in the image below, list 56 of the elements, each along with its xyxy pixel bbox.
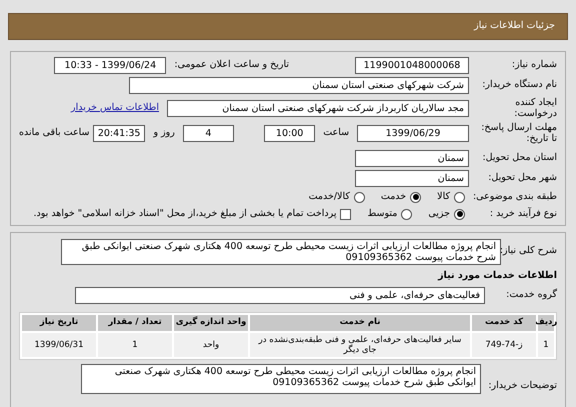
value-field: 4	[182, 124, 234, 142]
table-cell: 1	[538, 332, 554, 356]
value-field: 1399/06/29	[357, 124, 469, 142]
value-field: فعالیت‌های حرفه‌ای، علمی و فنی	[75, 286, 485, 304]
field-label: گروه خدمت:	[505, 288, 557, 302]
page-title: جزئیات اطلاعات نیاز	[474, 19, 555, 34]
field-label: نام دستگاه خریدار:	[481, 78, 557, 92]
value-field: مجد سالاریان کاربرداز شرکت شهرکهای صنعتی استان سمنان	[167, 100, 469, 116]
notes-field: انجام پروژه مطالعات ارزیابی اثرات زیست محیطی طرح توسعه 400 هکتاری شهرک صنعتی ایوانکی طبق شرح خدمات پیوست 09109365362	[81, 364, 481, 394]
field-label: توضیحات خریدار:	[487, 379, 557, 394]
field-label: طبقه بندی موضوعی:	[472, 190, 557, 204]
table-cell: سایر فعالیت‌های حرفه‌ای، علمی و فنی طبقه‌بندی‌نشده در جای دیگر	[250, 332, 470, 356]
value-field: 10:00	[264, 124, 316, 142]
table-cell: 1	[98, 332, 172, 356]
value-field: 1199001048000068	[355, 57, 469, 74]
field-label: استان محل تحویل:	[481, 151, 557, 166]
countdown-field: 20:41:35	[93, 124, 146, 142]
radio-label: خدمت	[380, 190, 406, 204]
field-label: نوع فرآیند خرید :	[488, 207, 557, 222]
field-label: مهلت ارسال پاسخ:	[480, 122, 557, 133]
column-header: تاریخ نیاز	[22, 314, 96, 330]
checkbox-label: پرداخت تمام یا بخشی از مبلغ خرید،از محل "اسناد خزانه اسلامی" خواهد بود.	[34, 207, 336, 222]
field-label: شرح کلی نیاز:	[501, 244, 557, 258]
section-heading: اطلاعات خدمات مورد نیاز	[436, 270, 557, 282]
table-cell: واحد	[174, 332, 248, 356]
radio-button[interactable]	[454, 208, 465, 220]
field-label: ایجاد کننده	[514, 97, 557, 108]
table-cell: 1399/06/31	[22, 332, 96, 356]
checkbox[interactable]	[340, 208, 352, 220]
radio-label: جزیی	[428, 207, 450, 222]
field-label: ساعت باقی مانده	[19, 126, 90, 140]
field-label: درخواست:	[513, 108, 557, 119]
column-header: تعداد / مقدار	[98, 314, 172, 330]
field-label: تا تاریخ:	[525, 133, 557, 144]
field-label: شماره نیاز:	[510, 58, 557, 72]
radio-button[interactable]	[454, 192, 465, 203]
column-header: کد خدمت	[472, 314, 536, 330]
field-label: تاریخ و ساعت اعلان عمومی:	[174, 58, 289, 72]
radio-button[interactable]	[410, 192, 422, 203]
value-field: 1399/06/24 - 10:33	[54, 57, 166, 74]
radio-button[interactable]	[401, 208, 412, 220]
radio-label: کالا/خدمت	[308, 190, 350, 204]
radio-label: کالا	[437, 190, 450, 204]
column-header: واحد اندازه گیری	[174, 314, 248, 330]
field-label: روز و	[153, 126, 175, 140]
contact-link[interactable]: اطلاعات تماس خریدار	[70, 100, 159, 116]
field-label: ساعت	[323, 126, 350, 140]
radio-label: متوسط	[367, 207, 398, 222]
radio-button[interactable]	[354, 192, 365, 203]
description-field: انجام پروژه مطالعات ارزیابی اثرات زیست محیطی طرح توسعه 400 هکتاری شهرک صنعتی ایوانکی طبق شرح خدمات پیوست 09109365362	[61, 238, 501, 264]
value-field: شرکت شهرکهای صنعتی استان سمنان	[129, 77, 469, 94]
value-field: سمنان	[355, 170, 469, 187]
column-header: نام خدمت	[250, 314, 470, 330]
field-label: شهر محل تحویل:	[487, 171, 557, 186]
table-cell: ز-74-749	[472, 332, 536, 356]
value-field: سمنان	[355, 150, 469, 167]
